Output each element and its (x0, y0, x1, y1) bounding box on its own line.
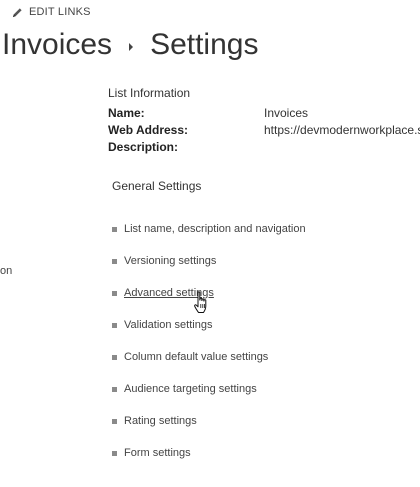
left-nav-fragment[interactable]: on (0, 265, 12, 277)
info-key: Web Address: (108, 123, 189, 137)
pencil-icon (12, 7, 22, 17)
info-value: Invoices (264, 106, 309, 120)
bullet-icon (112, 386, 117, 392)
list-information-heading: List Information (108, 86, 191, 100)
bullet-icon (112, 450, 117, 456)
page-title: Settings (150, 28, 259, 61)
versioning-settings-link[interactable]: Versioning settings (124, 255, 216, 267)
edit-links-button[interactable]: EDIT LINKS (12, 6, 91, 18)
bullet-icon (112, 322, 117, 328)
bullet-icon (112, 418, 117, 424)
form-settings-link[interactable]: Form settings (124, 447, 191, 459)
info-row-description: Description: (108, 140, 420, 157)
chevron-right-icon (129, 43, 134, 51)
advanced-settings-link[interactable]: Advanced settings (124, 287, 214, 299)
list-item: Versioning settings (108, 252, 216, 270)
edit-links-label: EDIT LINKS (29, 6, 91, 18)
list-name-description-navigation-link[interactable]: List name, description and navigation (124, 223, 306, 235)
list-item: Column default value settings (108, 348, 268, 366)
list-item: List name, description and navigation (108, 220, 306, 238)
list-item: Rating settings (108, 412, 197, 430)
bullet-icon (112, 226, 117, 232)
list-item: Validation settings (108, 316, 212, 334)
list-item: Form settings (108, 444, 191, 462)
bullet-icon (112, 290, 117, 296)
list-item: Advanced settings (108, 284, 214, 302)
bullet-icon (112, 354, 117, 360)
list-item: Audience targeting settings (108, 380, 257, 398)
info-key: Name: (108, 106, 145, 120)
info-value: https://devmodernworkplace.s (264, 123, 420, 137)
info-key: Description: (108, 140, 179, 154)
info-row-web-address: Web Address: https://devmodernworkplace.… (108, 123, 420, 140)
bullet-icon (112, 258, 117, 264)
info-row-name: Name: Invoices (108, 106, 420, 123)
breadcrumb: Invoices Settings (2, 25, 258, 65)
rating-settings-link[interactable]: Rating settings (124, 415, 197, 427)
general-settings-heading: General Settings (112, 179, 202, 193)
column-default-value-settings-link[interactable]: Column default value settings (124, 351, 268, 363)
breadcrumb-invoices-link[interactable]: Invoices (2, 25, 112, 65)
audience-targeting-settings-link[interactable]: Audience targeting settings (124, 383, 257, 395)
validation-settings-link[interactable]: Validation settings (124, 319, 212, 331)
